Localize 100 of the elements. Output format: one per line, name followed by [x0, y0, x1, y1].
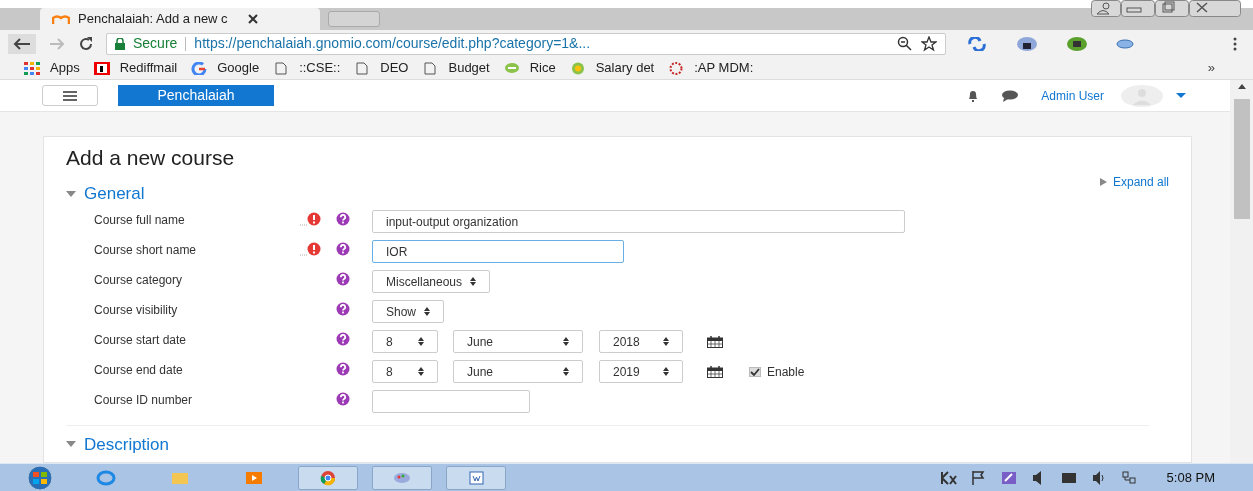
select-field[interactable]: 8 [372, 330, 438, 353]
up-down-caret-icon [663, 367, 669, 376]
bell-icon[interactable] [967, 89, 980, 102]
chrome-logo-icon [318, 469, 338, 486]
lock-icon [115, 37, 125, 50]
up-down-caret-icon [418, 337, 424, 346]
field-label: Course category [94, 271, 184, 289]
user-icon[interactable] [1091, 0, 1121, 17]
address-bar[interactable]: Secure https://penchalaiah.gnomio.com/course/edit.php?category=1&... [106, 32, 946, 55]
close-icon[interactable] [247, 14, 258, 24]
bookmark-item[interactable]: Google [191, 58, 260, 78]
scroll-up-icon [1237, 84, 1246, 89]
scrollbar-thumb[interactable] [1233, 99, 1250, 219]
kx-icon[interactable] [940, 469, 957, 486]
bookmark-item[interactable]: Rediffmail [93, 58, 178, 78]
menu-icon [63, 90, 77, 101]
bookmark-item[interactable]: Salary det [569, 58, 655, 78]
flag-icon[interactable] [970, 469, 987, 486]
select-field[interactable]: June [453, 360, 583, 383]
r-logo-icon [93, 61, 110, 75]
clock-text[interactable]: 5:08 PM [1166, 467, 1215, 488]
field-label: Course end date [94, 361, 184, 379]
field-label: Course ID number [94, 391, 194, 409]
globe-icon [569, 61, 586, 75]
triangle-down-icon [66, 441, 76, 448]
document-w-icon [466, 469, 486, 486]
bookmark-item[interactable]: Budget [422, 58, 490, 78]
page-icon [273, 61, 290, 75]
up-down-caret-icon [563, 367, 569, 376]
enable-checkbox[interactable]: Enable [749, 362, 805, 381]
tab-title: Penchalaiah: Add a new c [78, 10, 228, 29]
text-input-field[interactable]: input-output organization [372, 210, 905, 233]
badge-extension-icon[interactable] [1066, 35, 1088, 52]
select-field[interactable]: 2019 [599, 360, 683, 383]
oval-extension-icon[interactable] [1116, 38, 1134, 49]
help-icon [336, 301, 350, 316]
menu-icon[interactable] [1233, 36, 1237, 51]
select-field[interactable]: 8 [372, 360, 438, 383]
field-label: Course short name [94, 241, 198, 259]
bookmark-item[interactable]: DEO [354, 58, 409, 78]
url-text: https://penchalaiah.gnomio.com/course/edit.php?category=1&... [194, 34, 592, 53]
network-icon[interactable] [1120, 469, 1137, 486]
g-logo-icon [191, 61, 208, 75]
secure-label: Secure [133, 34, 178, 53]
help-icon [336, 391, 350, 406]
section-toggle[interactable]: General [66, 181, 145, 207]
help-icon [336, 211, 350, 226]
reload-icon[interactable] [78, 35, 94, 52]
speech-bubble-icon[interactable] [1001, 89, 1020, 102]
lock-extension-icon[interactable] [1016, 35, 1038, 52]
menu-button[interactable] [42, 85, 98, 106]
up-down-caret-icon [418, 367, 424, 376]
zoom-icon[interactable] [897, 35, 913, 52]
select-field[interactable]: Miscellaneous [372, 270, 491, 293]
browser-e-icon [96, 469, 116, 486]
bookmark-item[interactable]: :AP MDM: [668, 58, 754, 78]
field-label: Course visibility [94, 301, 179, 319]
expand-all-link[interactable]: Expand all [1099, 173, 1169, 191]
scrollbar[interactable] [1230, 80, 1253, 463]
emblem-icon [668, 61, 685, 75]
leaf-icon [503, 61, 520, 75]
help-icon [336, 331, 350, 346]
up-down-caret-icon [470, 277, 477, 286]
up-down-caret-icon [563, 337, 569, 346]
bookmark-item[interactable]: Apps [24, 58, 80, 78]
media-player-icon [244, 469, 264, 486]
text-input-field[interactable] [372, 390, 530, 413]
taskbar-button[interactable] [298, 465, 358, 490]
text-input-field[interactable]: IOR [372, 240, 624, 263]
site-name-link[interactable]: Penchalaiah [118, 85, 274, 106]
pen-tray-icon[interactable] [1000, 469, 1017, 486]
more-bookmarks-button[interactable]: » [1207, 58, 1215, 78]
calendar-icon[interactable] [707, 365, 723, 378]
user-menu-link[interactable]: Admin User [1041, 86, 1104, 105]
bookmark-item[interactable]: ::CSE:: [273, 58, 341, 78]
bookmark-item[interactable]: Rice [503, 58, 556, 78]
help-icon [336, 241, 350, 256]
volume-icon[interactable] [1090, 469, 1107, 486]
moodle-logo-icon [52, 13, 70, 25]
up-down-caret-icon [424, 307, 431, 316]
star-icon[interactable] [921, 35, 937, 52]
page-heading: Add a new course [66, 145, 236, 171]
back-icon[interactable] [8, 33, 36, 54]
maximize-icon[interactable] [1155, 0, 1189, 17]
calendar-icon[interactable] [707, 335, 723, 348]
select-field[interactable]: 2018 [599, 330, 683, 353]
caret-icon[interactable] [1176, 93, 1186, 98]
page-icon [354, 61, 371, 75]
field-label: Course full name [94, 211, 186, 229]
up-down-caret-icon [663, 337, 669, 346]
field-label: Course start date [94, 331, 188, 349]
section-toggle[interactable]: Description [66, 431, 170, 457]
page-icon [422, 61, 439, 75]
select-field[interactable]: Show [372, 300, 445, 323]
minimize-icon[interactable] [1121, 0, 1155, 17]
select-field[interactable]: June [453, 330, 583, 353]
sync-arrows-icon[interactable] [966, 36, 988, 51]
taskbar-button[interactable] [446, 465, 506, 490]
browser-tab[interactable]: Penchalaiah: Add a new c [40, 8, 320, 30]
apps-grid-icon [24, 61, 40, 75]
